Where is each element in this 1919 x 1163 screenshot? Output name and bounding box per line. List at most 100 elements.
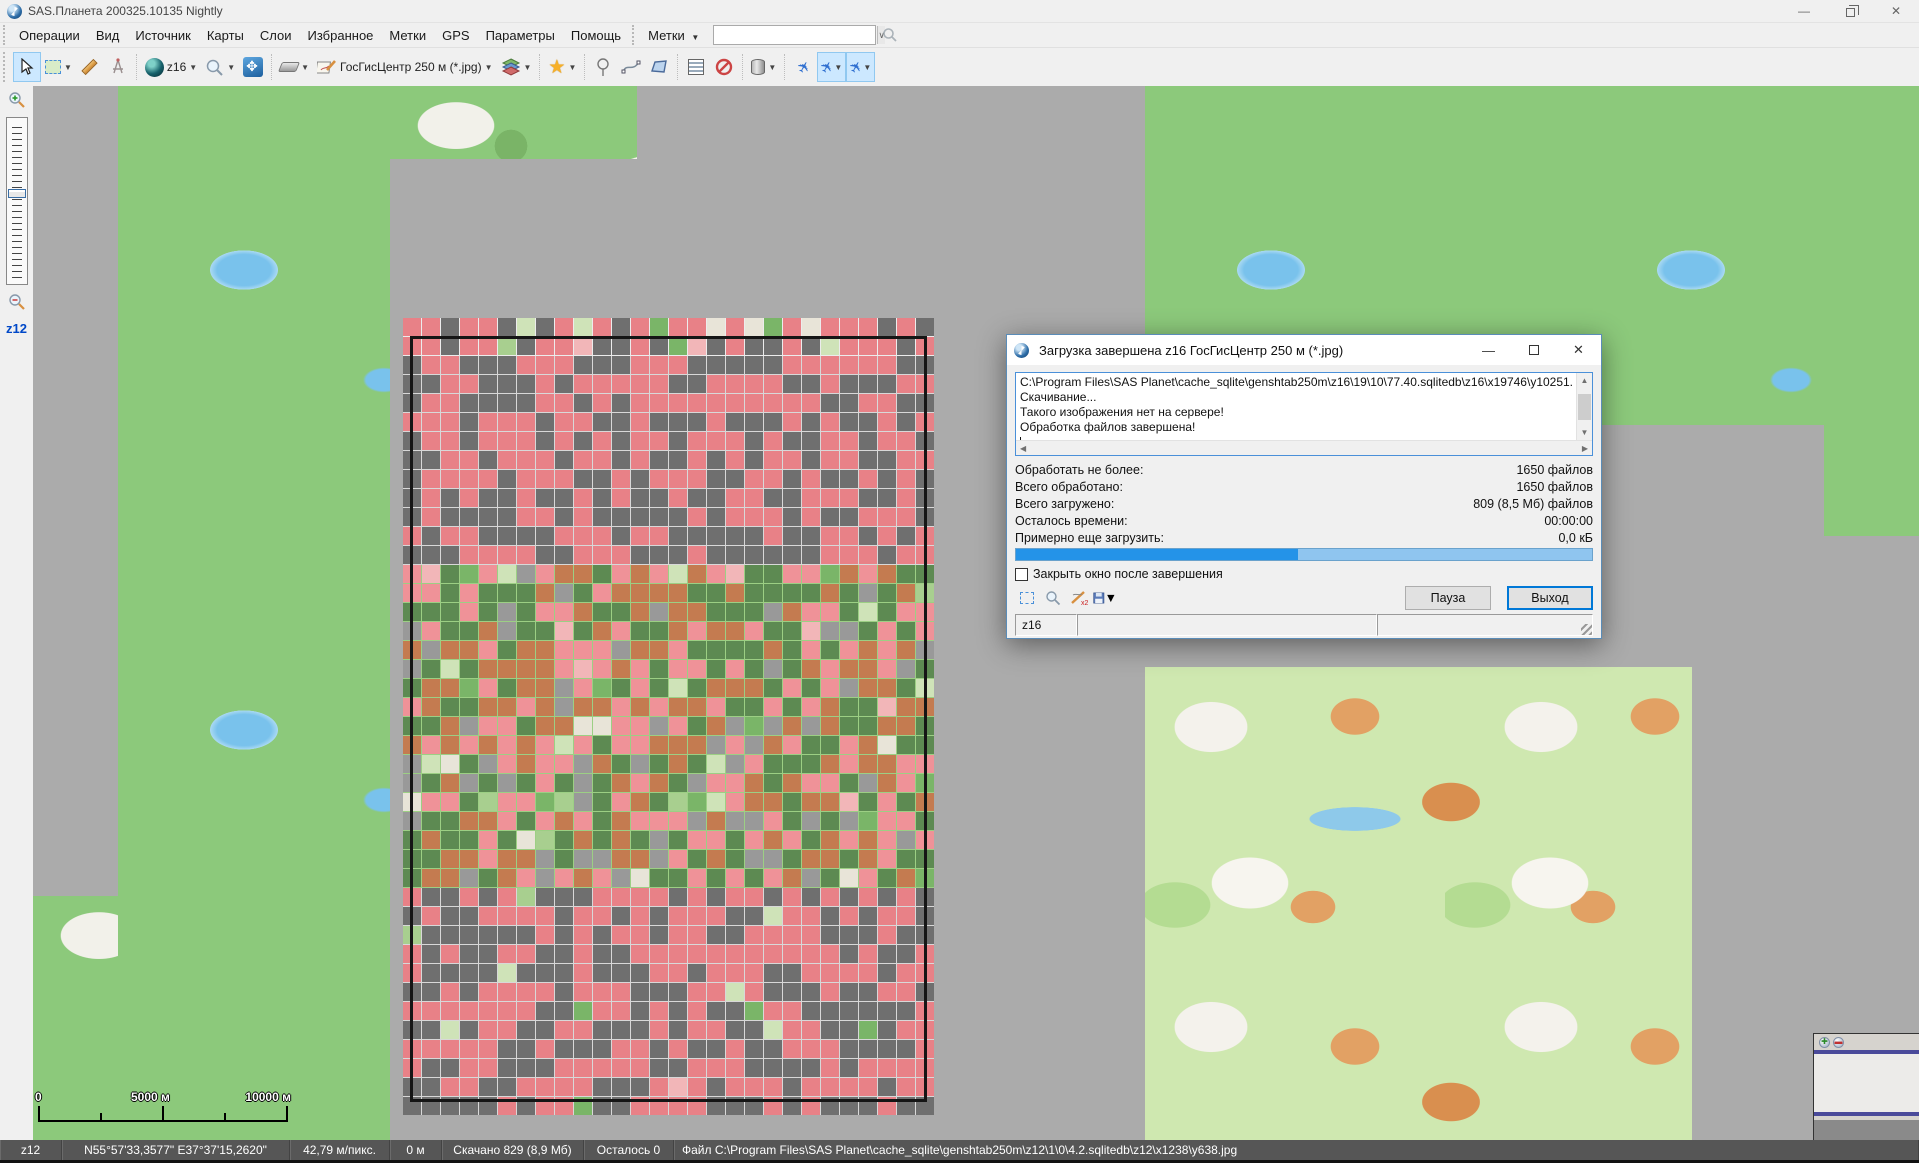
scroll-up-icon[interactable]: ▲ [1577,373,1592,388]
grid-tile [479,394,497,412]
grid-tile [517,907,535,925]
grid-tile [821,983,839,1001]
scroll-right-icon[interactable]: ▶ [1582,444,1588,453]
menu-favorites[interactable]: Избранное [300,25,382,46]
gps-connect-button[interactable]: 🛪 [789,52,817,82]
close-button[interactable]: ✕ [1873,0,1919,22]
mini-window: ✚ ▬ [1813,1033,1919,1140]
grid-tile [802,603,820,621]
grid-tile [441,831,459,849]
layers-dropdown[interactable]: ▼ [497,52,536,82]
split-icon: x2 [1070,590,1088,606]
grid-tile [441,1002,459,1020]
menu-settings[interactable]: Параметры [478,25,563,46]
gps-follow-button[interactable]: 🛪 ▼ [846,52,875,82]
menu-help[interactable]: Помощь [563,25,629,46]
minimize-button[interactable]: — [1781,0,1827,22]
scroll-left-icon[interactable]: ◀ [1020,444,1026,453]
search-icon[interactable] [882,27,898,43]
add-path-button[interactable] [617,52,645,82]
grid-tile [840,603,858,621]
grid-tile [745,1078,763,1096]
grid-tile [631,584,649,602]
search-combobox[interactable]: ∨ [713,25,876,45]
scroll-down-icon[interactable]: ▼ [1577,425,1592,440]
grid-tile [441,584,459,602]
map-area[interactable]: 0 5000 м 10000 м Загрузка завершена z16 … [33,86,1919,1140]
maximize-icon [1529,345,1539,355]
menu-layers[interactable]: Слои [252,25,300,46]
close-after-finish-checkbox[interactable] [1015,568,1028,581]
grid-tile [840,850,858,868]
grid-tile [498,698,516,716]
zoom-rect-button[interactable]: ▼ [201,52,239,82]
menu-view[interactable]: Вид [88,25,128,46]
grid-tile [612,375,630,393]
stat-label: Всего загружено: [1015,497,1114,511]
ruler-tool-button[interactable] [76,52,104,82]
download-log[interactable]: C:\Program Files\SAS Planet\cache_sqlite… [1015,372,1593,456]
marks-dropdown-button[interactable]: Метки ▼ [640,25,707,46]
hide-marks-button[interactable] [710,52,738,82]
dialog-maximize-button[interactable] [1511,335,1556,365]
resize-grip[interactable] [1581,624,1592,635]
gps-track-button[interactable]: 🛪 ▼ [817,52,846,82]
dialog-close-button[interactable]: ✕ [1556,335,1601,365]
search-input[interactable] [714,26,877,44]
scrollbar-thumb[interactable] [1578,394,1591,420]
grid-tile [707,508,725,526]
exit-button[interactable]: Выход [1507,586,1593,610]
log-horizontal-scrollbar[interactable]: ◀ ▶ [1016,440,1592,455]
select-region-button[interactable] [1015,586,1039,610]
grid-tile [460,926,478,944]
dialog-minimize-button[interactable]: — [1466,335,1511,365]
map-region-bottom-right[interactable] [1145,667,1692,1140]
grid-tile [422,451,440,469]
grid-tile [745,565,763,583]
chevron-down-icon: ▼ [227,63,235,72]
favorites-dropdown[interactable]: ★ ▼ [544,52,580,82]
mini-add-button[interactable]: ✚ [1819,1037,1830,1048]
zoom-level-dropdown[interactable]: z16 ▼ [141,52,201,82]
restore-button[interactable] [1827,0,1873,22]
zoom-slider[interactable] [6,117,28,285]
route-tool-button[interactable] [104,52,132,82]
grid-tile [745,1059,763,1077]
selection-tool-button[interactable]: ▼ [41,52,76,82]
map-region-left-strip[interactable] [118,86,390,1140]
menu-marks[interactable]: Метки [381,25,434,46]
menu-maps[interactable]: Карты [199,25,252,46]
menu-gps[interactable]: GPS [434,25,477,46]
dialog-title-bar[interactable]: Загрузка завершена z16 ГосГисЦентр 250 м… [1007,335,1601,365]
map-region-right-edge[interactable] [1824,425,1919,536]
menu-operations[interactable]: Операции [11,25,88,46]
add-placemark-button[interactable] [589,52,617,82]
zoom-slider-handle[interactable] [8,189,26,198]
map-region-top-strip[interactable] [390,86,637,159]
grid-tile [707,622,725,640]
cursor-tool-button[interactable] [13,52,41,82]
map-source-dropdown[interactable]: ГосГисЦентр 250 м (*.jpg) ▼ [313,52,496,82]
save-task-button[interactable]: ▼ [1093,586,1117,610]
grid-tile [593,831,611,849]
pause-button[interactable]: Пауза [1405,586,1491,610]
mini-remove-button[interactable]: ▬ [1833,1037,1844,1048]
download-grid[interactable] [403,318,934,1115]
grid-tile [669,812,687,830]
grid-tile [574,584,592,602]
menu-source[interactable]: Источник [127,25,199,46]
grid-tile [821,375,839,393]
split-task-button[interactable]: x2 [1067,586,1091,610]
cache-dropdown[interactable]: ▼ [747,52,780,82]
grid-tile [859,1021,877,1039]
grid-tile [612,1002,630,1020]
zoom-out-icon[interactable] [8,293,26,311]
log-vertical-scrollbar[interactable]: ▲ ▼ [1576,373,1592,440]
add-polygon-button[interactable] [645,52,673,82]
grid-tile [897,964,915,982]
zoom-in-icon[interactable] [8,91,26,109]
fullscreen-button[interactable] [239,52,267,82]
goto-region-button[interactable] [1041,586,1065,610]
fill-map-button[interactable]: ▼ [276,52,313,82]
placemark-list-button[interactable] [682,52,710,82]
